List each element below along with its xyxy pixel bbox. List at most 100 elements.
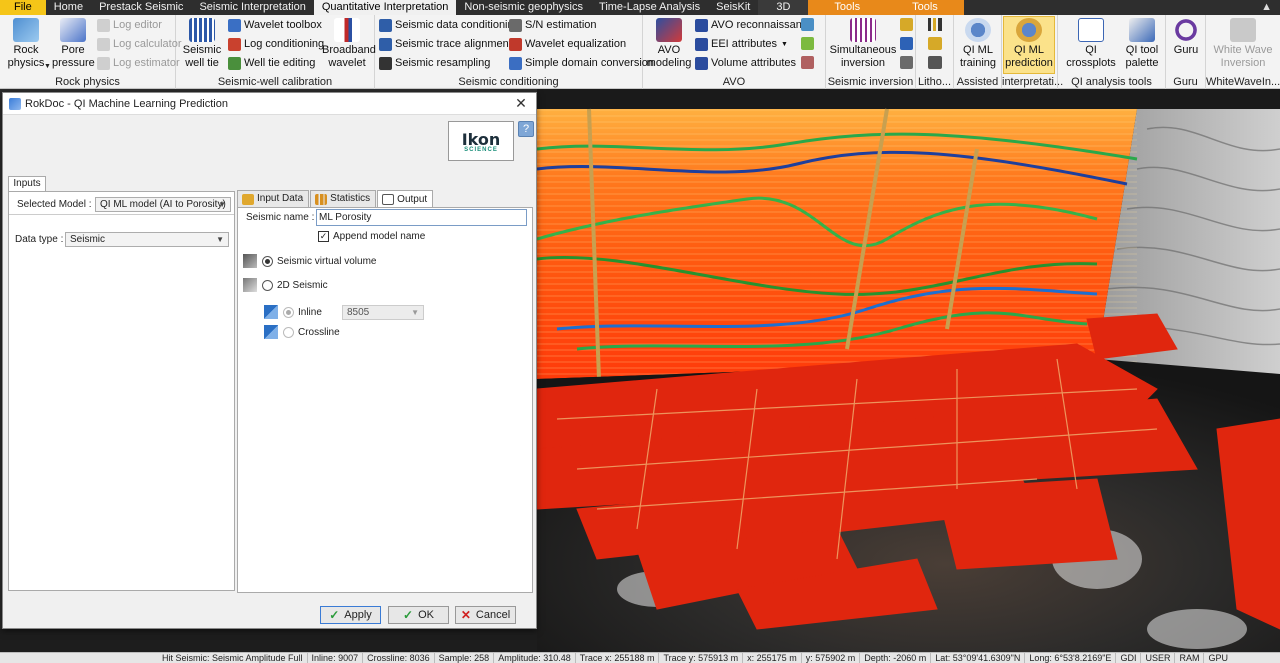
log-calculator-button[interactable]: Log calculator (97, 36, 182, 53)
simultaneous-inversion-button[interactable]: Simultaneous inversion (828, 17, 898, 70)
avo-reconnaissance-icon (695, 19, 708, 32)
2d-seismic-radio[interactable] (262, 280, 273, 291)
chevron-down-icon[interactable]: ▼ (44, 63, 51, 70)
volume-attributes-button[interactable]: Volume attributes (695, 55, 796, 72)
eei-attributes-button[interactable]: EEI attributes ▼ (695, 36, 788, 53)
tab-inputs[interactable]: Inputs (8, 176, 46, 191)
tab-tools-2[interactable]: Tools (886, 0, 964, 15)
apply-label: Apply (344, 609, 372, 621)
log-editor-button[interactable]: Log editor (97, 17, 162, 34)
box-icon[interactable] (801, 37, 814, 50)
group-rock-physics: Rock physics ▼ Pore pressure Log editor … (0, 15, 182, 89)
group-seismic-well-calibration: Seismic well tie Wavelet toolbox Log con… (176, 15, 376, 89)
qi-ml-prediction-button[interactable]: QI ML prediction (1003, 16, 1055, 74)
status-long: Long: 6°53'8.2169"E (1024, 653, 1116, 663)
white-wave-inversion-button[interactable]: White Wave Inversion (1210, 17, 1276, 70)
help-icon[interactable]: ? (518, 121, 534, 137)
ribbon-tab-bar: File Home Prestack Seismic Seismic Inter… (0, 0, 1280, 15)
crossline-icon (264, 325, 278, 339)
crossline-radio[interactable] (283, 327, 294, 338)
bar-chart-icon[interactable] (928, 18, 942, 31)
checkmark-icon: ✓ (403, 608, 414, 622)
cube-icon[interactable] (801, 18, 814, 31)
tab-quantitative-interpretation[interactable]: Quantitative Interpretation (313, 0, 457, 15)
simultaneous-inversion-icon (850, 18, 876, 42)
litho-tool-2-icon[interactable] (928, 56, 942, 69)
tab-statistics[interactable]: Statistics (310, 190, 377, 207)
broadband-wavelet-icon (334, 18, 360, 42)
rock-physics-button[interactable]: Rock physics (4, 17, 48, 70)
seismic-resampling-label: Seismic resampling (395, 57, 491, 69)
tab-input-data[interactable]: Input Data (237, 190, 310, 207)
3d-viewport[interactable] (537, 89, 1280, 652)
wavelet-equalization-button[interactable]: Wavelet equalization (509, 36, 626, 53)
seismic-name-label: Seismic name : (246, 212, 315, 223)
log-editor-label: Log editor (113, 19, 162, 31)
log-estimator-icon (97, 57, 110, 70)
tab-prestack-seismic[interactable]: Prestack Seismic (91, 0, 191, 15)
broadband-wavelet-button[interactable]: Broadband wavelet (322, 17, 376, 70)
apply-button[interactable]: ✓ Apply (320, 606, 381, 624)
seismic-resampling-button[interactable]: Seismic resampling (379, 55, 490, 72)
guru-button[interactable]: Guru (1168, 17, 1204, 57)
gradient-icon[interactable] (801, 56, 814, 69)
avo-modeling-button[interactable]: AVO modeling (645, 17, 693, 70)
seismic-well-tie-button[interactable]: Seismic well tie (180, 17, 224, 70)
log-conditioning-button[interactable]: Log conditioning (228, 36, 324, 53)
append-model-name-checkbox[interactable]: ✓ (318, 231, 329, 242)
tab-tools-1[interactable]: Tools (808, 0, 887, 15)
inversion-tool-3-icon[interactable] (900, 56, 913, 69)
log-calculator-icon (97, 38, 110, 51)
log-estimator-button[interactable]: Log estimator (97, 55, 180, 72)
seismic-name-input[interactable]: ML Porosity (316, 209, 527, 226)
well-tie-editing-icon (228, 57, 241, 70)
wavelet-toolbox-button[interactable]: Wavelet toolbox (228, 17, 322, 34)
ok-button[interactable]: ✓ OK (388, 606, 449, 624)
well-tie-editing-button[interactable]: Well tie editing (228, 55, 315, 72)
seismic-data-conditioning-button[interactable]: Seismic data conditioning (379, 17, 520, 34)
tab-output[interactable]: Output (377, 190, 434, 208)
wavelet-toolbox-label: Wavelet toolbox (244, 19, 322, 31)
inline-select[interactable]: 8505 ▼ (342, 305, 424, 320)
pore-pressure-button[interactable]: Pore pressure (52, 17, 95, 70)
avo-reconnaissance-button[interactable]: AVO reconnaissance (695, 17, 814, 34)
avo-reconnaissance-label: AVO reconnaissance (711, 19, 814, 31)
seismic-virtual-volume-radio[interactable] (262, 256, 273, 267)
selected-model-select[interactable]: QI ML model (AI to Porosity) ▼ (95, 197, 231, 212)
guru-icon (1173, 18, 1199, 42)
tab-3d[interactable]: 3D (758, 0, 809, 15)
data-type-select[interactable]: Seismic ▼ (65, 232, 229, 247)
simple-domain-conversion-button[interactable]: Simple domain conversion (509, 55, 654, 72)
qi-crossplots-button[interactable]: QI crossplots (1066, 17, 1116, 70)
wavelet-icon (228, 19, 241, 32)
simultaneous-inversion-label: Simultaneous inversion (829, 44, 897, 69)
tab-non-seismic-geophysics[interactable]: Non-seismic geophysics (456, 0, 591, 15)
group-guru: Guru Guru (1166, 15, 1206, 89)
rokdoc-app-icon (9, 97, 21, 110)
inline-radio[interactable] (283, 307, 294, 318)
status-crossline: Crossline: 8036 (362, 653, 434, 663)
group-qi-analysis-tools: QI crossplots QI tool palette QI analysi… (1058, 15, 1166, 89)
logo-subtext: SCIENCE (464, 146, 498, 153)
litho-tool-icon[interactable] (928, 37, 942, 50)
guru-label: Guru (1173, 44, 1199, 56)
seismic-trace-alignment-button[interactable]: Seismic trace alignment (379, 36, 512, 53)
sn-estimation-icon (509, 19, 522, 32)
tab-seiskit[interactable]: SeisKit (708, 0, 758, 15)
eei-attributes-icon (695, 38, 708, 51)
tab-home[interactable]: Home (46, 0, 91, 15)
inversion-tool-2-icon[interactable] (900, 37, 913, 50)
seismic-3d-scene[interactable] (537, 89, 1280, 652)
ribbon-collapse-icon[interactable]: ▲ (1253, 0, 1280, 15)
dialog-title-bar[interactable]: RokDoc - QI Machine Learning Prediction … (3, 93, 536, 115)
qi-ml-training-button[interactable]: QI ML training (956, 17, 1000, 70)
sn-estimation-button[interactable]: S/N estimation (509, 17, 597, 34)
tab-file[interactable]: File (0, 0, 46, 15)
inversion-tool-icon[interactable] (900, 18, 913, 31)
qi-tool-palette-button[interactable]: QI tool palette (1120, 17, 1164, 70)
eei-attributes-label: EEI attributes (711, 38, 778, 50)
tab-seismic-interpretation[interactable]: Seismic Interpretation (191, 0, 313, 15)
cancel-button[interactable]: ✕ Cancel (455, 606, 516, 624)
tab-time-lapse-analysis[interactable]: Time-Lapse Analysis (591, 0, 708, 15)
close-icon[interactable]: ✕ (506, 95, 536, 112)
